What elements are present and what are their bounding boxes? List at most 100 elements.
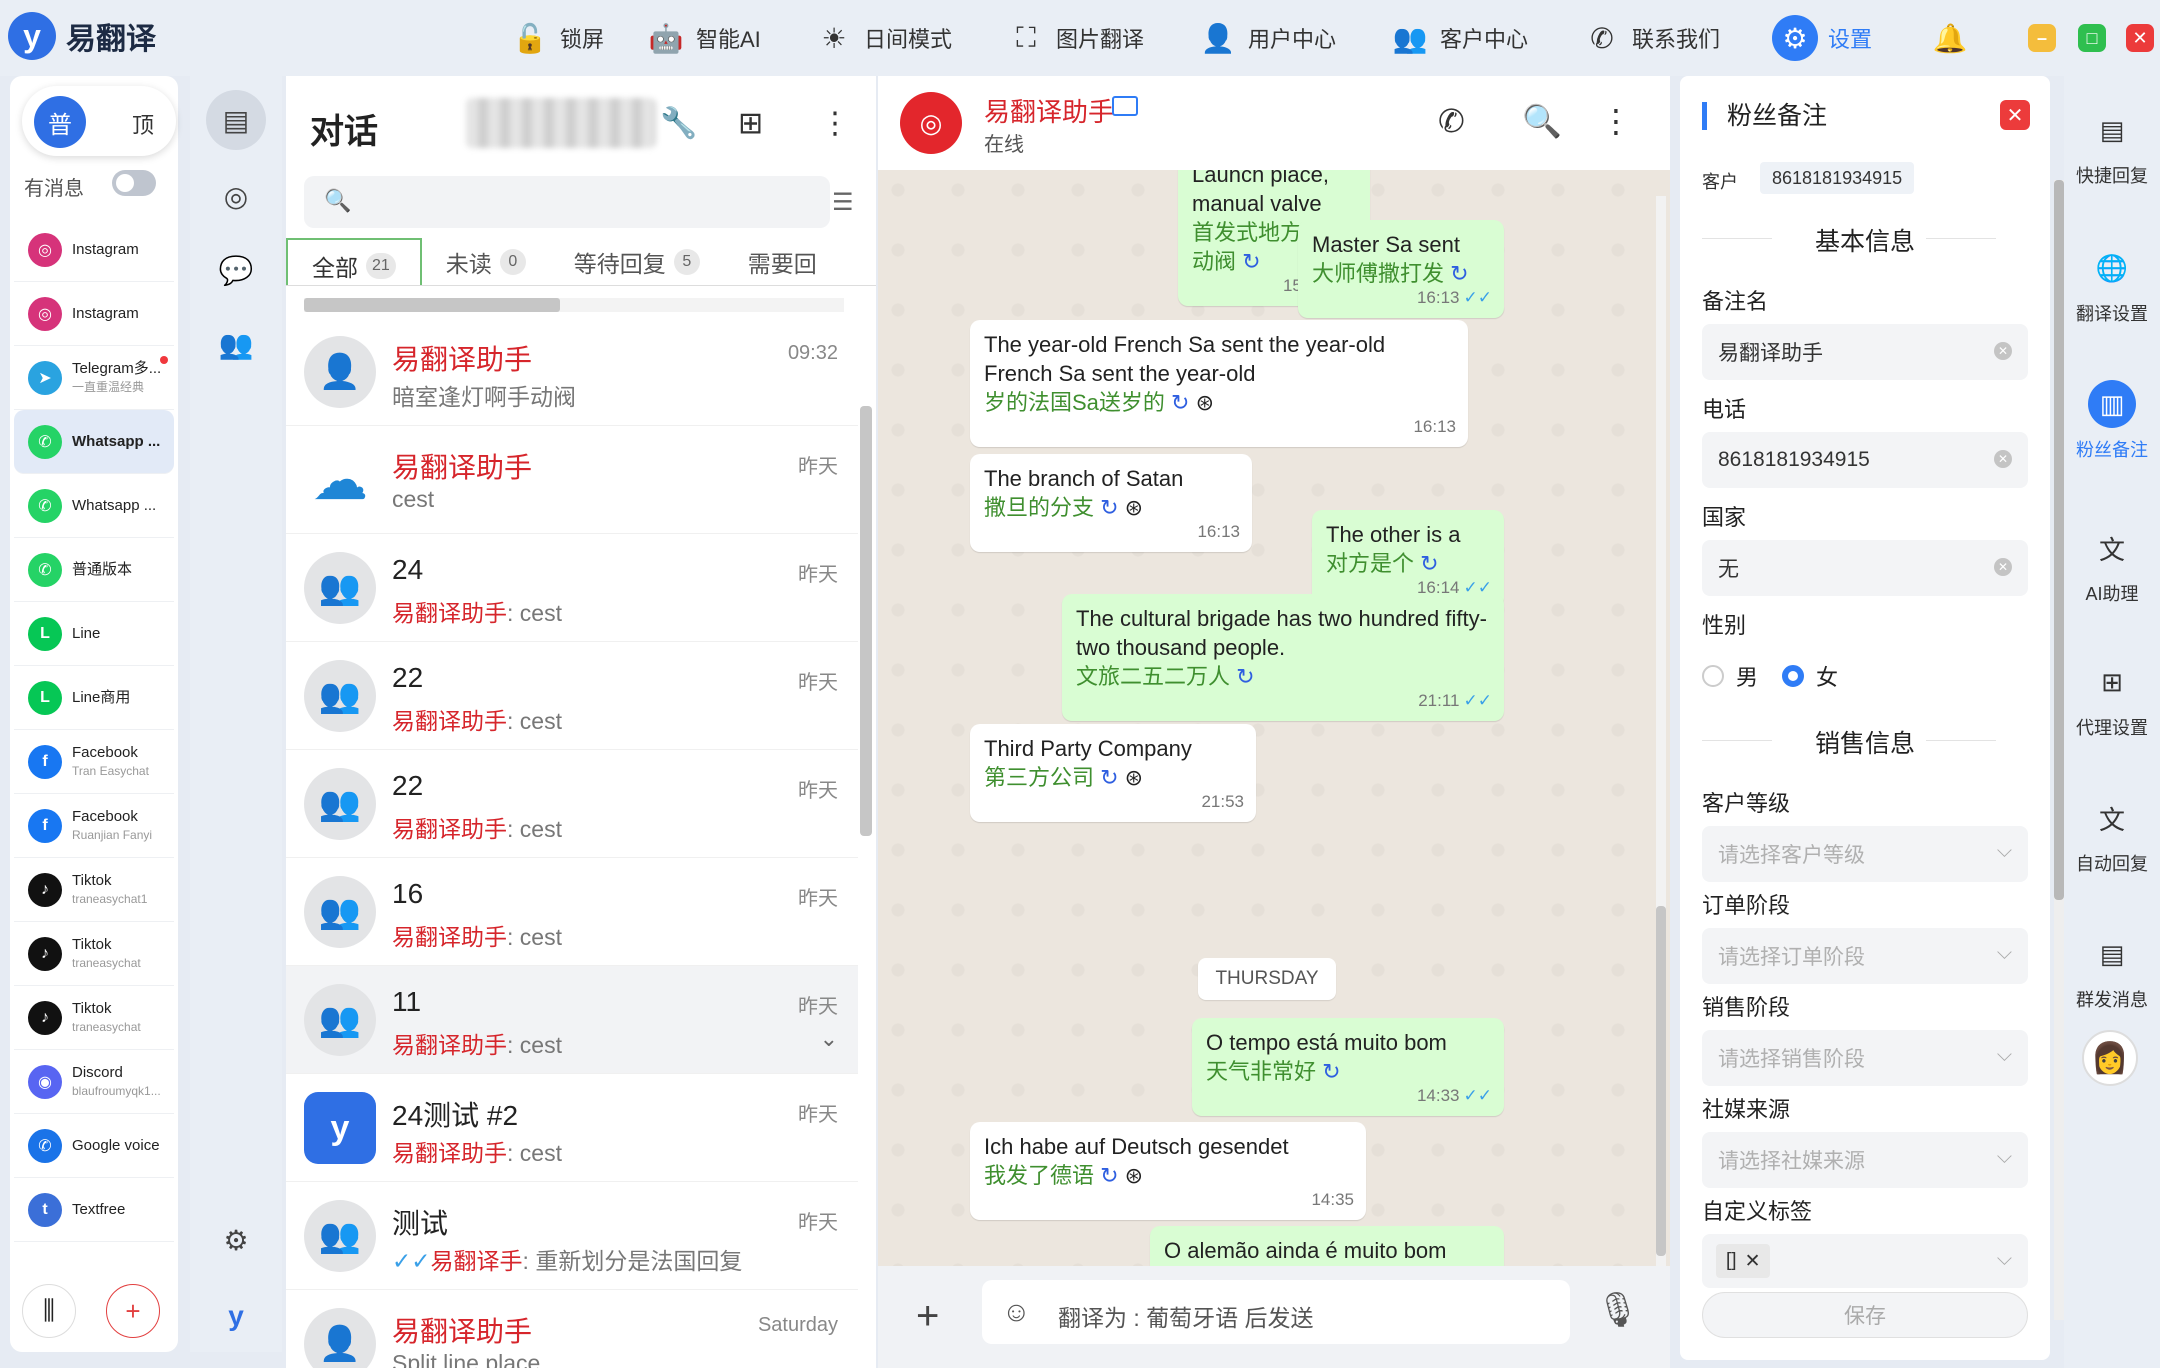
rail-auto-reply[interactable]: 文自动回复: [2064, 794, 2160, 876]
new-chat-icon[interactable]: ⊞: [738, 106, 763, 141]
rail-broadcast[interactable]: ▤ 群发消息: [2064, 930, 2160, 1012]
attach-plus-icon[interactable]: +: [916, 1294, 939, 1339]
message-bubble[interactable]: O tempo está muito bom 天气非常好 ↻ 14:33 ✓✓: [1192, 1018, 1504, 1116]
platform-item[interactable]: ◎ Instagram: [14, 282, 174, 346]
chat-list-scrollbar[interactable]: [860, 406, 872, 836]
rail-ai-assistant[interactable]: 文 AI助理: [2064, 524, 2160, 606]
call-icon[interactable]: ✆: [1438, 102, 1465, 140]
mode-pinned[interactable]: 顶: [132, 108, 154, 140]
platform-item[interactable]: ♪ Tiktok traneasychat: [14, 986, 174, 1050]
rail-proxy[interactable]: ⊞ 代理设置: [2064, 658, 2160, 740]
platform-item[interactable]: L Line: [14, 602, 174, 666]
chat-row[interactable]: 👥 测试 ✓✓易翻译手: 重新划分是法国回复 昨天: [286, 1182, 858, 1290]
chat-row[interactable]: ☁ 易翻译助手 cest 昨天: [286, 426, 858, 534]
chat-more-icon[interactable]: ⋮: [1600, 102, 1632, 140]
ai-logo-icon[interactable]: ⊛: [1189, 390, 1214, 415]
platform-item[interactable]: t Textfree: [14, 1178, 174, 1242]
settings-tool-button[interactable]: ⚙: [206, 1210, 266, 1270]
nav-sun[interactable]: ☀ 日间模式: [814, 0, 952, 76]
platform-item[interactable]: ✆ Google voice: [14, 1114, 174, 1178]
order-stage-select[interactable]: 请选择订单阶段 ⌵: [1702, 928, 2028, 984]
platform-item[interactable]: f Facebook Tran Easychat: [14, 730, 174, 794]
emoji-icon[interactable]: ☺: [1002, 1296, 1031, 1328]
retranslate-icon[interactable]: ↻: [1230, 664, 1254, 689]
nickname-field[interactable]: 易翻译助手 ✕: [1702, 324, 2028, 380]
contact-card-icon[interactable]: [1112, 96, 1138, 116]
gender-male-radio[interactable]: 男: [1702, 660, 1758, 692]
platform-item[interactable]: f Facebook Ruanjian Fanyi: [14, 794, 174, 858]
nav-user[interactable]: 👤 用户中心: [1198, 0, 1336, 76]
clear-icon[interactable]: ✕: [1994, 450, 2012, 468]
filter-icon[interactable]: ☰: [832, 188, 854, 217]
nav-image-translate[interactable]: ⛶ 图片翻译: [1006, 0, 1144, 76]
chats-tool-button[interactable]: ▤: [206, 90, 266, 150]
nav-robot[interactable]: 🤖 智能AI: [646, 0, 761, 76]
message-bubble[interactable]: The branch of Satan 撒旦的分支 ↻ ⊛ 16:13: [970, 454, 1252, 552]
chat-row[interactable]: 👤 易翻译助手 暗室逢灯啊手动阀 09:32: [286, 318, 858, 426]
message-input[interactable]: ☺ 翻译为 : 葡萄牙语 后发送: [982, 1280, 1570, 1344]
close-button[interactable]: ✕: [2126, 24, 2154, 52]
chevron-down-icon[interactable]: ⌄: [820, 1026, 838, 1052]
message-bubble[interactable]: The cultural brigade has two hundred fif…: [1062, 594, 1504, 721]
channels-tool-button[interactable]: 💬: [206, 240, 266, 300]
country-field[interactable]: 无 ✕: [1702, 540, 2028, 596]
save-button[interactable]: 保存: [1702, 1292, 2028, 1338]
brand-tool-button[interactable]: y: [206, 1286, 266, 1346]
platform-item[interactable]: ➤ Telegram多... 一直重温经典: [14, 346, 174, 410]
customer-level-select[interactable]: 请选择客户等级 ⌵: [1702, 826, 2028, 882]
message-bubble[interactable]: Third Party Company 第三方公司 ↻ ⊛ 21:53: [970, 724, 1256, 822]
tab-0[interactable]: 全部 21: [286, 238, 422, 285]
nav-lock[interactable]: 🔓 锁屏: [510, 0, 604, 76]
chat-row[interactable]: 👥 16 易翻译助手: cest 昨天: [286, 858, 858, 966]
microphone-icon[interactable]: 🎙: [1596, 1290, 1639, 1330]
social-source-select[interactable]: 请选择社媒来源 ⌵: [1702, 1132, 2028, 1188]
platform-item[interactable]: ✆ Whatsapp ...: [14, 410, 174, 474]
platform-item[interactable]: ♪ Tiktok traneasychat1: [14, 858, 174, 922]
has-message-switch[interactable]: [112, 170, 156, 196]
message-bubble[interactable]: O alemão ainda é muito bom德语还是非常好 ↻14:41…: [1150, 1226, 1504, 1266]
platform-item[interactable]: L Line商用: [14, 666, 174, 730]
tab-2[interactable]: 等待回复 5: [550, 238, 724, 285]
retranslate-icon[interactable]: ↻: [1094, 1163, 1118, 1188]
search-input[interactable]: 🔍: [304, 176, 830, 228]
status-tool-button[interactable]: ◎: [206, 166, 266, 226]
tabs-scrollbar[interactable]: [304, 298, 844, 312]
nav-phone[interactable]: ✆ 联系我们: [1582, 0, 1720, 76]
rail-notes[interactable]: ▥ 粉丝备注: [2064, 380, 2160, 462]
tab-1[interactable]: 未读 0: [422, 238, 550, 285]
tag-remove-icon[interactable]: ✕: [1745, 1250, 1761, 1273]
platform-item[interactable]: ◉ Discord blaufroumyqk1...: [14, 1050, 174, 1114]
rail-quick-reply[interactable]: ▤ 快捷回复: [2064, 106, 2160, 188]
chat-search-icon[interactable]: 🔍: [1522, 102, 1562, 140]
chat-row[interactable]: 👥 22 易翻译助手: cest 昨天: [286, 750, 858, 858]
more-icon[interactable]: ⋮: [820, 106, 850, 141]
tab-3[interactable]: 需要回: [724, 238, 841, 285]
collapse-button[interactable]: ⫼: [22, 1284, 76, 1338]
ai-logo-icon[interactable]: ⊛: [1119, 495, 1143, 520]
add-platform-button[interactable]: +: [106, 1284, 160, 1338]
chat-row[interactable]: 👥 24 易翻译助手: cest 昨天: [286, 534, 858, 642]
custom-tags-select[interactable]: [] ✕ ⌵: [1702, 1234, 2028, 1288]
message-bubble[interactable]: The year-old French Sa sent the year-old…: [970, 320, 1468, 447]
mode-toggle[interactable]: 普 顶: [22, 86, 176, 156]
platform-item[interactable]: ♪ Tiktok traneasychat: [14, 922, 174, 986]
maximize-button[interactable]: □: [2078, 24, 2106, 52]
tool-icon[interactable]: 🔧: [660, 106, 697, 141]
ai-logo-icon[interactable]: ⊛: [1119, 765, 1143, 790]
communities-tool-button[interactable]: 👥: [206, 314, 266, 374]
platform-item[interactable]: ✆ Whatsapp ...: [14, 474, 174, 538]
chat-row[interactable]: 👥 11 易翻译助手: cest 昨天 ⌄: [286, 966, 858, 1074]
nav-customer[interactable]: 👥 客户中心: [1390, 0, 1528, 76]
chat-row[interactable]: 👤 易翻译助手 Split line place Saturday: [286, 1290, 858, 1368]
contact-avatar[interactable]: ◎: [900, 92, 962, 154]
rail-globe[interactable]: 🌐 翻译设置: [2064, 244, 2160, 326]
platform-item[interactable]: ◎ Instagram: [14, 218, 174, 282]
clear-icon[interactable]: ✕: [1994, 558, 2012, 576]
mode-normal[interactable]: 普: [34, 96, 86, 148]
message-bubble[interactable]: Master Sa sent 大师傅撒打发 ↻ 16:13 ✓✓: [1298, 220, 1504, 318]
message-scrollbar[interactable]: [1656, 196, 1666, 1266]
chat-row[interactable]: y 24测试 #2 易翻译助手: cest 昨天: [286, 1074, 858, 1182]
notes-close-button[interactable]: ✕: [2000, 100, 2030, 130]
phone-field[interactable]: 8618181934915 ✕: [1702, 432, 2028, 488]
chat-row[interactable]: 👥 22 易翻译助手: cest 昨天: [286, 642, 858, 750]
